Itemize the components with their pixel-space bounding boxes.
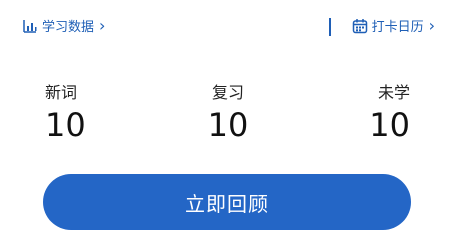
chevron-right-icon: › (99, 15, 106, 35)
stat-review-value: 10 (207, 106, 249, 144)
checkin-calendar-link[interactable]: 打卡日历 › (352, 16, 435, 35)
top-bar: 学习数据 › 打卡日历 › (0, 16, 455, 40)
chevron-right-icon: › (428, 15, 435, 35)
study-data-link[interactable]: 学习数据 › (22, 16, 105, 35)
stats-row: 新词 10 复习 10 未学 10 (0, 84, 455, 154)
stat-new-words: 新词 10 (45, 84, 125, 154)
bar-chart-icon (22, 18, 38, 34)
checkin-calendar-label: 打卡日历 (371, 20, 424, 35)
stat-unlearned-value: 10 (369, 106, 410, 144)
review-now-button[interactable]: 立即回顾 (43, 174, 411, 230)
stat-new-words-label: 新词 (45, 83, 78, 102)
stat-review-label: 复习 (211, 83, 244, 102)
study-data-label: 学习数据 (42, 20, 95, 35)
calendar-icon (352, 18, 368, 34)
stat-review: 复习 10 (188, 84, 268, 154)
stat-unlearned: 未学 10 (330, 84, 410, 154)
study-summary-card: 学习数据 › 打卡日历 › 新词 10 复习 10 未学 10 立即回顾 (0, 0, 455, 252)
stat-unlearned-label: 未学 (377, 83, 410, 102)
header-divider (329, 18, 331, 36)
stat-new-words-value: 10 (45, 106, 86, 144)
